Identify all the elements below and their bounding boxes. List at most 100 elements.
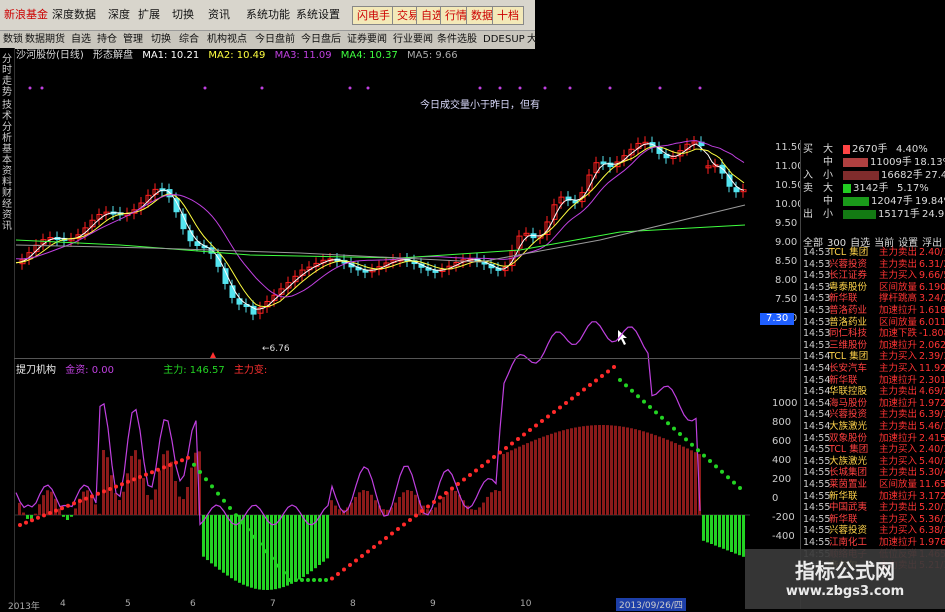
ticker-row[interactable]: 14:55长城集团主力卖出5.30/40 (803, 467, 945, 478)
ticker-row[interactable]: 14:53新华联 撑杆跳高3.24/2 (803, 293, 945, 304)
ticker-row[interactable]: 14:55兴蓉投资主力买入6.38/30 (803, 525, 945, 536)
x-tick: 8 (350, 599, 356, 609)
panel-divider (14, 358, 800, 359)
ticker-row[interactable]: 14:54长安汽车主力买入11.92/3 (803, 363, 945, 374)
ticker-value: 5.40/30 (919, 455, 945, 467)
signal-dot (660, 415, 664, 420)
ticker-row[interactable]: 14:53三维股份加速拉升2.062% (803, 340, 945, 351)
ob-percent: 4.40% (896, 144, 928, 155)
histogram-bar (38, 504, 41, 515)
signal-dot (24, 520, 28, 525)
ticker-stock: 中国武夷 (829, 502, 868, 514)
signal-dot (288, 578, 292, 582)
low-price-value: 6.76 (269, 344, 290, 354)
histogram-bar (238, 515, 241, 583)
histogram-bar (18, 502, 21, 515)
ticker-time: 14:54 (803, 374, 831, 386)
histogram-bar (334, 505, 337, 515)
ticker-row[interactable]: 14:55新华联 主力买入5.36/30 (803, 514, 945, 525)
histogram-bar (590, 425, 593, 515)
ticker-row[interactable]: 14:54兴蓉投资主力卖出6.39/30 (803, 409, 945, 420)
signal-dot (402, 522, 406, 527)
indicator-title: 提刀机构 金资: 0.00 主力: 146.57 主力变: (16, 361, 273, 376)
ticker-time: 14:55 (803, 490, 831, 502)
ticker-row[interactable]: 14:54海马股份加速拉升1.972% (803, 398, 945, 409)
signal-dot (732, 480, 736, 485)
signal-dot (390, 531, 394, 536)
ticker-row[interactable]: 14:54新华联 加速拉升2.301% (803, 375, 945, 386)
histogram-bar (118, 499, 121, 515)
ticker-row[interactable]: 14:54TCL 集团主力买入2.39/30 (803, 351, 945, 362)
signal-dot (180, 458, 184, 463)
candlestick (187, 230, 194, 242)
histogram-bar (394, 502, 397, 515)
ticker-time: 14:53 (803, 305, 831, 316)
ma4-line (15, 224, 746, 259)
ticker-row[interactable]: 14:53同仁科技加速下跌-1.808% (803, 328, 945, 339)
histogram-bar (170, 461, 173, 515)
signal-dot (360, 554, 364, 558)
ticker-row[interactable]: 14:55江南化工加速拉升1.976% (803, 537, 945, 548)
signal-dot (658, 86, 662, 90)
histogram-bar (242, 515, 245, 585)
signal-dot (570, 396, 574, 401)
signal-dot (260, 86, 264, 90)
ticker-stock: 同仁科技 (829, 328, 868, 340)
signal-dot (450, 486, 454, 491)
histogram-bar (254, 515, 257, 589)
histogram-bar (450, 490, 453, 515)
signal-dot (204, 477, 208, 482)
histogram-bar (22, 512, 25, 515)
signal-dot (564, 401, 568, 405)
ticker-stock: TCL 集团 (829, 351, 869, 363)
ticker-action: 主力买入 (879, 363, 918, 374)
ticker-row[interactable]: 14:55双象股份加速拉升2.415% (803, 433, 945, 444)
ticker-row[interactable]: 14:55中国武夷主力卖出5.20/1 (803, 502, 945, 513)
histogram-bar (214, 515, 217, 567)
signal-dot (543, 86, 547, 90)
ticker-stock: 大族激光 (829, 421, 868, 432)
signal-dot (518, 86, 522, 90)
indicator-tick: 200 (772, 474, 792, 485)
ticker-action: 主力卖出 (879, 386, 918, 398)
histogram-bar (218, 515, 221, 570)
moving-average-line (15, 143, 745, 310)
histogram-bar (298, 515, 301, 580)
signal-dot (654, 410, 658, 415)
orderbook-row: 中 11009手18.13% (803, 157, 945, 169)
histogram-bar (282, 515, 285, 588)
histogram-bar (190, 467, 193, 515)
ticker-row[interactable]: 14:55大族激光主力买入5.40/30 (803, 456, 945, 467)
ticker-stock: 江南化工 (829, 537, 868, 548)
ticker-time: 14:55 (803, 432, 831, 444)
ticker-row[interactable]: 14:53TCL 集团主力卖出2.40/10 (803, 247, 945, 258)
histogram-bar (66, 515, 69, 520)
signal-dot (486, 459, 490, 464)
histogram-bar (290, 515, 293, 584)
histogram-bar (566, 429, 569, 515)
ticker-time: 14:55 (803, 444, 831, 456)
ticker-row[interactable]: 14:53长江证券主力买入9.66/50 (803, 270, 945, 281)
ticker-time: 14:53 (803, 339, 831, 351)
ticker-row[interactable]: 14:53兴蓉投资主力卖出6.31/2 (803, 259, 945, 270)
histogram-bar (574, 427, 577, 515)
orderbook-row: 入小 16682手27.47% (803, 170, 945, 182)
histogram-bar (514, 448, 517, 515)
ticker-time: 14:54 (803, 421, 831, 432)
ticker-time: 14:55 (803, 479, 831, 490)
signal-dot (378, 540, 382, 545)
ticker-row[interactable]: 14:55TCL 集团主力买入2.40/30 (803, 444, 945, 455)
ticker-value: 6.190股 (919, 281, 945, 293)
ticker-row[interactable]: 14:55新华联 加速拉升3.172% (803, 491, 945, 502)
ticker-row[interactable]: 14:53普洛药业区间放量6.011股 (803, 317, 945, 328)
ticker-row[interactable]: 14:54华联控股主力卖出4.69/20 (803, 386, 945, 397)
ticker-row[interactable]: 14:53粤泰股份区间放量6.190股 (803, 282, 945, 293)
signal-dot (672, 426, 676, 431)
histogram-bar (146, 494, 149, 515)
ticker-row[interactable]: 14:55莱茵置业区间放量11.650股 (803, 479, 945, 490)
histogram-bar (606, 425, 609, 515)
histogram-bar (694, 452, 697, 515)
signal-dot (594, 378, 598, 383)
ticker-row[interactable]: 14:53普洛药业加速拉升1.618% (803, 305, 945, 316)
ticker-row[interactable]: 14:54大族激光主力卖出5.46/10 (803, 421, 945, 432)
